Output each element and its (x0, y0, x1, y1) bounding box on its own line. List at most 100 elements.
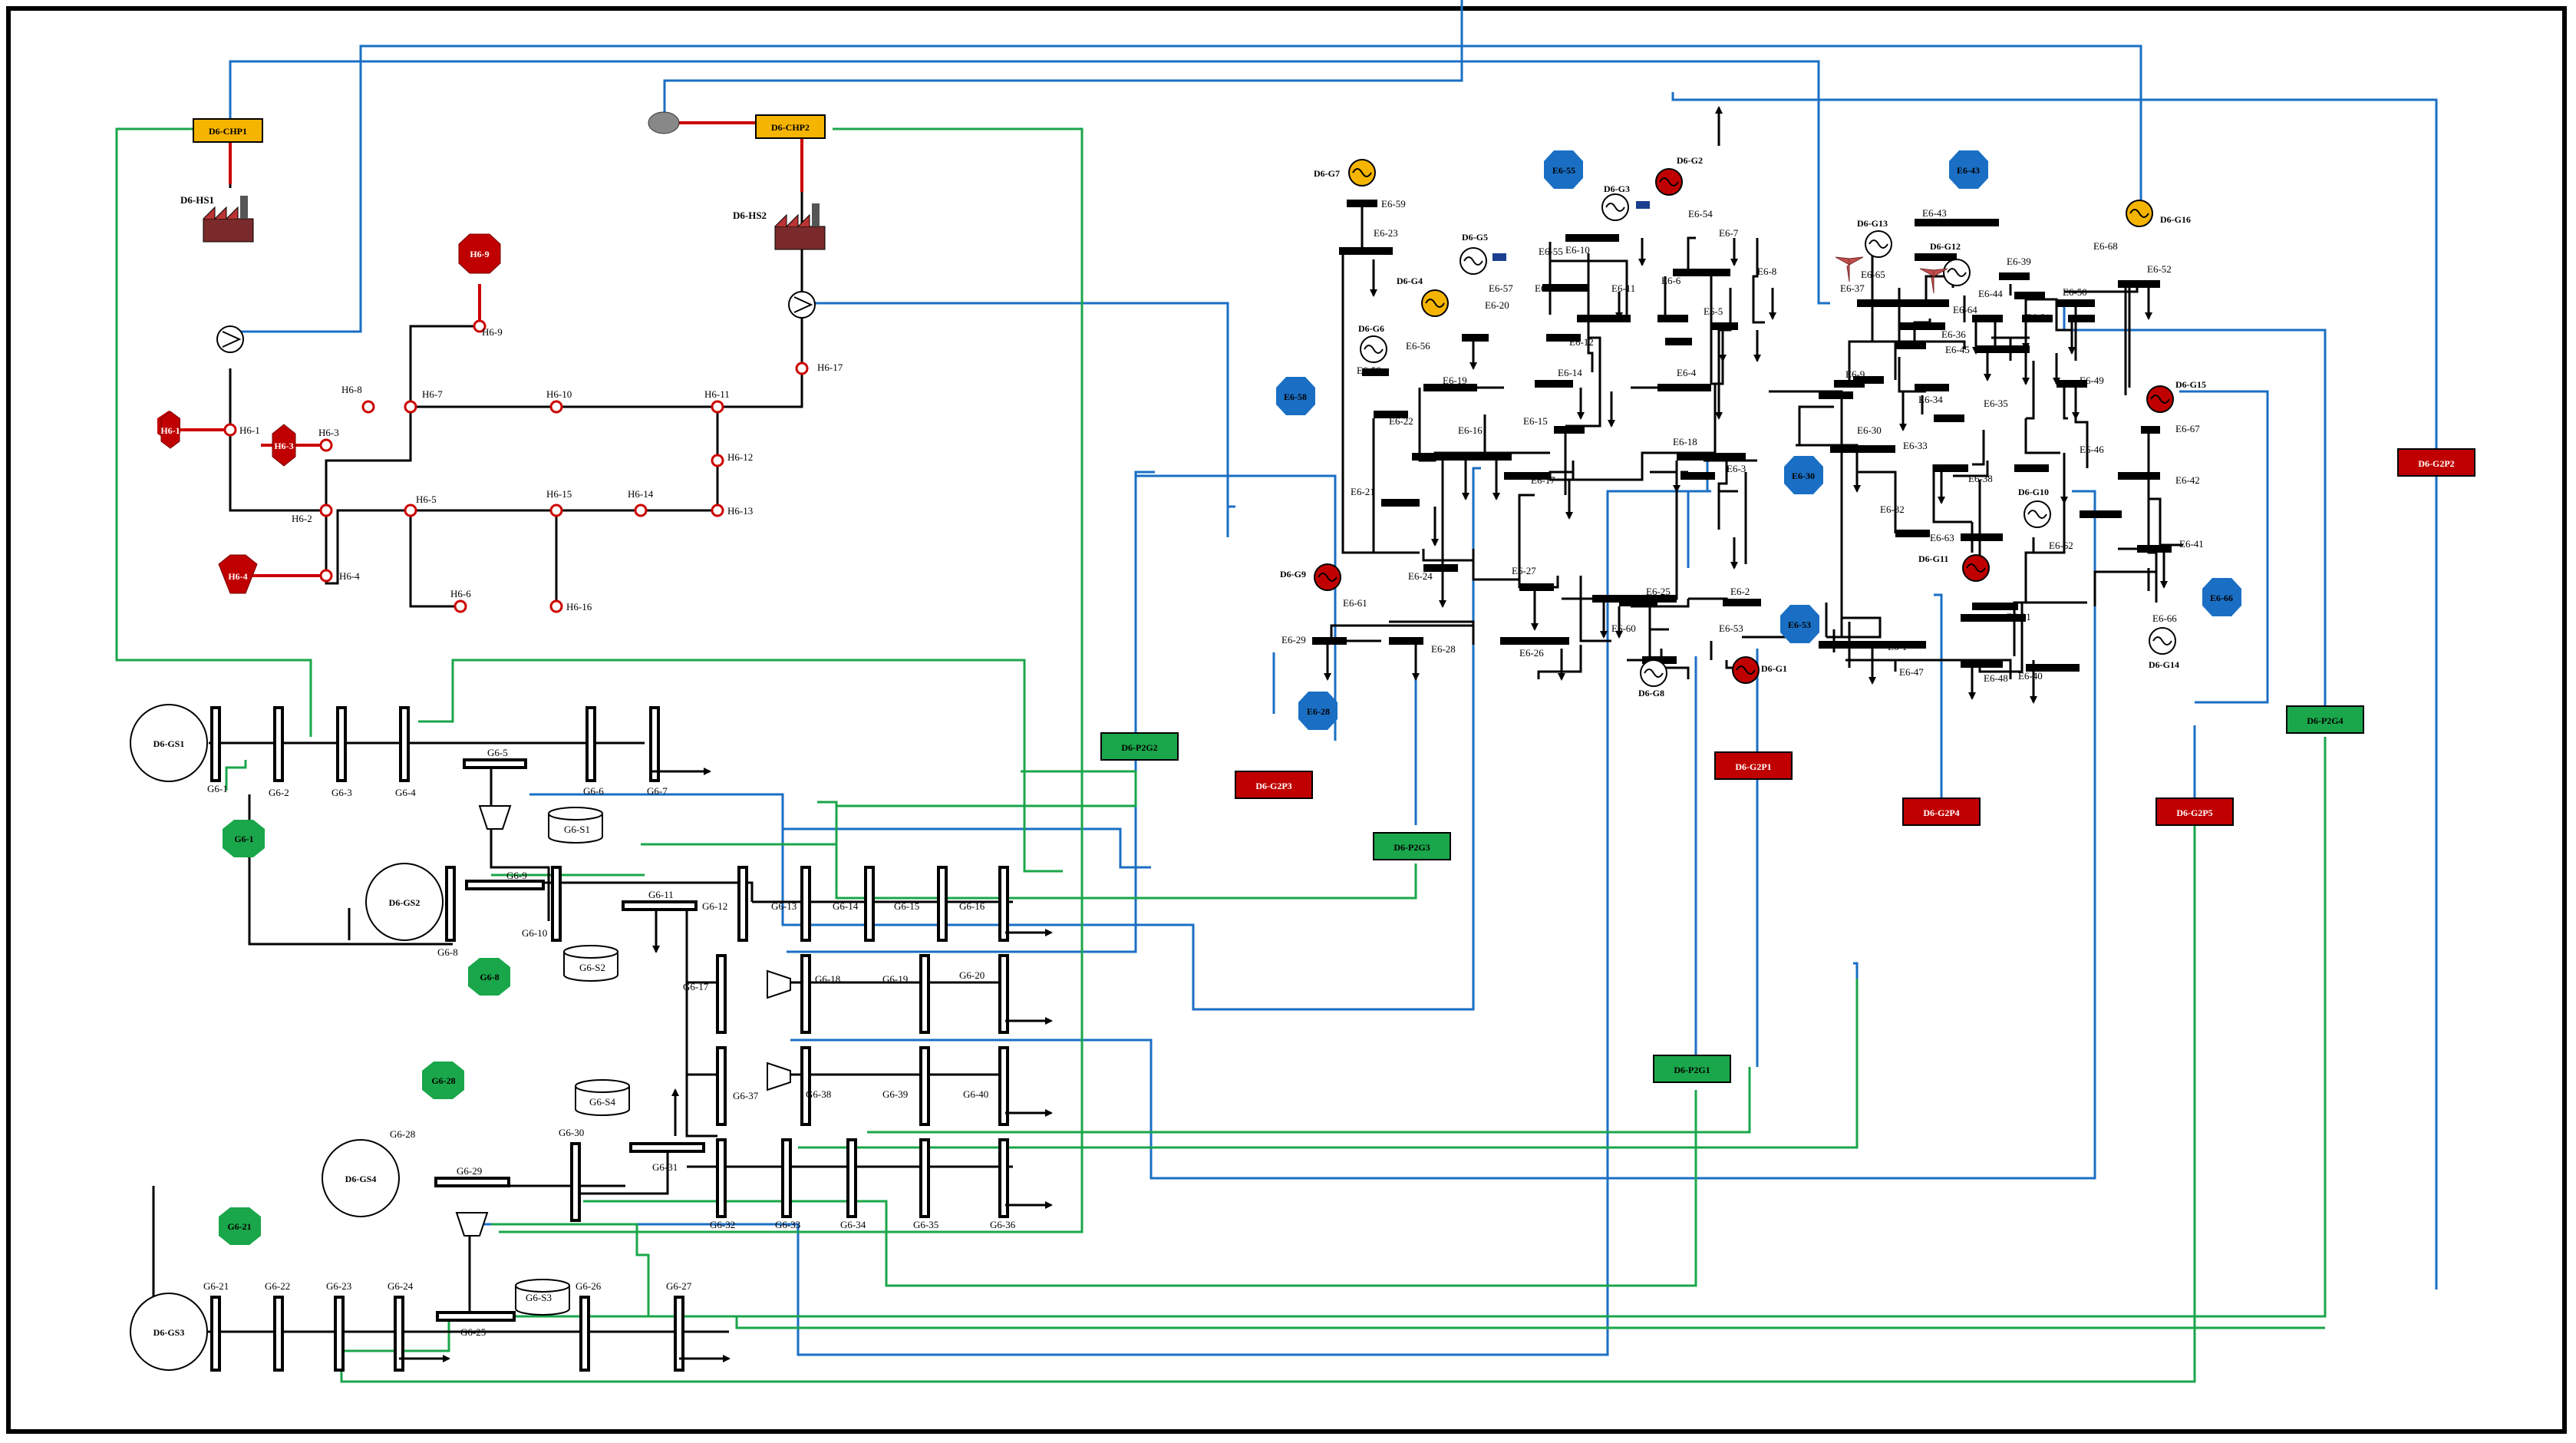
gas-network-label: G6-22 (265, 1280, 290, 1292)
power-network-label: E6-22 (1389, 415, 1413, 427)
heat-source-label: D6-HS2 (733, 210, 767, 221)
power-network-label: E6-12 (1569, 336, 1594, 348)
gas-network-label: G6-34 (840, 1219, 866, 1230)
gas-network-label: G6-27 (666, 1280, 692, 1292)
power-network-label: E6-49 (2080, 375, 2104, 386)
power-load: E6-30 (1784, 456, 1823, 494)
converters-label: D6-P2G2 (1121, 742, 1157, 753)
generator-icon (1732, 656, 1760, 684)
gas-network: D6-GS1 D6-GS2 D6-GS3 D6-GS4 G6-S1 G6-S2 … (130, 704, 1053, 1372)
g2p-converter: D6-G2P4 (1902, 797, 1981, 826)
power-network-label: D6-G10 (2018, 487, 2049, 497)
power-network-label: E6-10 (1565, 244, 1590, 256)
gas-network-label: G6-28 (431, 1075, 455, 1086)
power-network-label: E6-3 (1727, 463, 1746, 474)
gas-network-label: G6-6 (583, 785, 604, 797)
power-network-label: E6-47 (1899, 666, 1924, 678)
power-link (2063, 307, 2327, 710)
converters-label: D6-P2G1 (1674, 1065, 1710, 1075)
power-network-label: E6-21 (1351, 486, 1375, 497)
power-network-label: E6-45 (1945, 344, 1970, 355)
power-network-label: E6-59 (1381, 198, 1406, 210)
power-network-label: E6-68 (2093, 240, 2118, 252)
heat-network-label: H6-3 (318, 427, 339, 438)
heat-load: H6-3 (272, 424, 296, 467)
heat-network-label: H6-1 (160, 425, 180, 436)
heat-network-label: H6-8 (341, 384, 362, 395)
power-load: E6-58 (1276, 377, 1315, 415)
heat-network-label: H6-5 (416, 494, 437, 505)
power-network-label: E6-57 (1489, 282, 1513, 294)
power-network-label: E6-28 (1431, 643, 1456, 655)
chp-label: D6-CHP2 (771, 122, 810, 133)
power-network-label: E6-31 (2007, 611, 2031, 622)
generator-icon (2126, 200, 2153, 227)
gas-source: D6-GS1 (130, 704, 208, 782)
gas-link (499, 127, 1084, 1233)
power-network-label: E6-41 (2179, 538, 2204, 550)
heat-load: H6-1 (157, 411, 180, 449)
heat-network-label: H6-1 (239, 424, 260, 436)
gas-link (491, 737, 2327, 1318)
power-network-label: E6-11 (1611, 282, 1635, 294)
generator-icon (1640, 659, 1667, 687)
g2p-converter: D6-G2P5 (2155, 797, 2234, 826)
boiler-icon (648, 111, 680, 134)
gas-network-label: G6-10 (522, 927, 547, 939)
gas-network-label: G6-1 (207, 783, 228, 794)
gas-network-label: D6-GS1 (153, 738, 185, 749)
power-link (483, 490, 1711, 1356)
gas-network-label: G6-33 (775, 1219, 800, 1230)
compressor-icon (455, 1212, 489, 1237)
gas-network-label: G6-26 (576, 1280, 602, 1292)
power-network-label: E6-66 (2152, 613, 2177, 624)
heat-load: H6-9 (458, 233, 501, 274)
power-network-label: E6-44 (1978, 288, 2003, 299)
power-link (1853, 962, 1859, 979)
generator-icon (1865, 230, 1892, 258)
power-network-label: E6-24 (1408, 570, 1433, 582)
gas-network-label: G6-3 (331, 787, 352, 798)
power-network-label: E6-67 (2175, 423, 2200, 434)
p2g-converter: D6-P2G1 (1653, 1055, 1731, 1083)
power-network-label: D6-G2 (1677, 155, 1703, 166)
power-network-label: D6-G14 (2149, 659, 2179, 670)
heat-load: H6-4 (218, 554, 258, 594)
gas-network-label: D6-GS3 (153, 1327, 185, 1338)
power-network-label: E6-55 (1539, 246, 1563, 257)
gas-network-label: G6-2 (269, 787, 289, 798)
power-network-label: E6-66 (2210, 593, 2233, 603)
power-network-label: D6-G6 (1358, 323, 1384, 334)
gas-load: G6-8 (468, 958, 510, 996)
gas-network-label: G6-15 (894, 900, 919, 912)
heat-network-label: H6-9 (470, 249, 489, 259)
power-network-label: E6-58 (1284, 391, 1307, 402)
power-load: E6-43 (1949, 150, 1988, 189)
gas-network-label: G6-25 (460, 1326, 486, 1338)
power-network-label: E6-17 (1531, 474, 1555, 486)
p2g-converter: D6-P2G2 (1100, 732, 1179, 761)
power-network-label: E6-20 (1485, 299, 1509, 311)
heat-network-label: H6-17 (817, 362, 843, 373)
power-link (1671, 92, 2438, 1289)
g2p-converter: D6-G2P3 (1235, 771, 1313, 799)
power-network-label: E6-37 (1840, 282, 1865, 294)
generator-icon (1655, 168, 1683, 196)
power-network-label: E6-53 (1719, 622, 1743, 634)
power-network-label: E6-64 (1953, 304, 1977, 315)
generator-icon (1962, 554, 1990, 582)
power-network-label: E6-2 (1730, 586, 1750, 597)
power-network-label: E6-42 (2175, 474, 2200, 486)
power-network-label: E6-34 (1918, 394, 1943, 405)
power-network-label: E6-9 (1845, 368, 1865, 380)
gas-network-label: G6-8 (437, 946, 458, 958)
gas-network-label: G6-14 (833, 900, 859, 912)
power-network-label: E6-58 (1357, 365, 1381, 376)
p2g-converter: D6-P2G3 (1373, 832, 1451, 860)
power-network: E6-55 E6-43 E6-58 E6-30 E6-53 E6-28 E6-6… (1276, 106, 2241, 730)
gas-network-label: G6-28 (390, 1128, 415, 1140)
power-network-label: D6-G11 (1918, 553, 1948, 564)
power-network-label: E6-35 (1984, 398, 2008, 409)
gas-network-label: G6-16 (959, 900, 985, 912)
power-network-label: D6-G4 (1397, 276, 1423, 286)
